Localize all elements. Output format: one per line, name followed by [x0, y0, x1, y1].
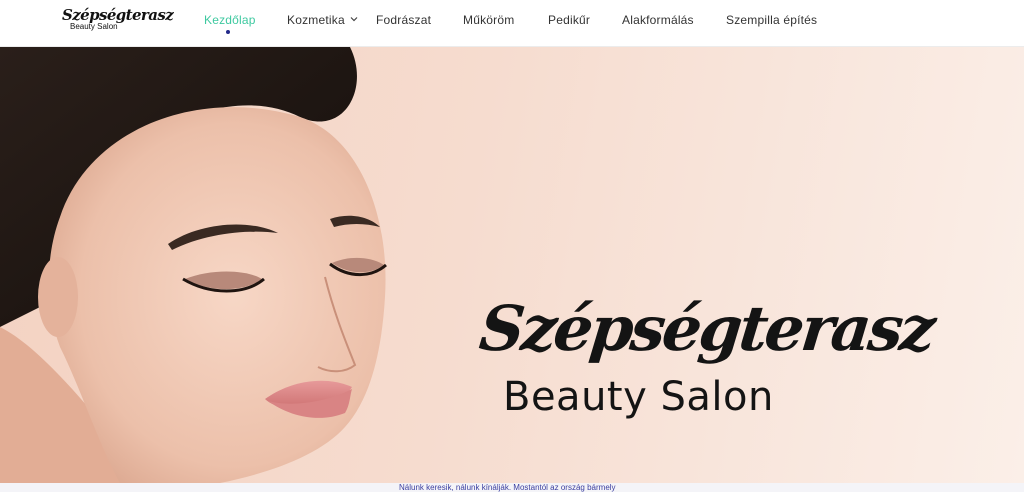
- nav-item-kezdolap[interactable]: Kezdőlap: [204, 13, 256, 27]
- nav-item-mukorom[interactable]: Műköröm: [463, 13, 514, 27]
- nav-item-kozmetika[interactable]: Kozmetika: [287, 13, 345, 27]
- site-header: Szépségterasz Beauty Salon Kezdőlap Kozm…: [0, 0, 1024, 47]
- hero-subtitle: Beauty Salon: [503, 374, 774, 420]
- nav-item-szempilla-epites[interactable]: Szempilla építés: [726, 13, 817, 27]
- hero-title: Szépségterasz: [476, 292, 937, 365]
- chevron-down-icon[interactable]: [350, 15, 358, 23]
- nav-item-pedikur[interactable]: Pedikűr: [548, 13, 590, 27]
- ticker-text: Nálunk keresik, nálunk kínálják. Mostant…: [399, 483, 616, 492]
- main-navigation: Kezdőlap Kozmetika Fodrászat Műköröm Ped…: [0, 0, 1024, 47]
- active-indicator-dot: [226, 30, 230, 34]
- news-ticker: Nálunk keresik, nálunk kínálják. Mostant…: [0, 483, 1024, 492]
- hero-banner: Szépségterasz Beauty Salon: [0, 47, 1024, 483]
- nav-item-fodraszat[interactable]: Fodrászat: [376, 13, 431, 27]
- nav-item-alakformalas[interactable]: Alakformálás: [622, 13, 694, 27]
